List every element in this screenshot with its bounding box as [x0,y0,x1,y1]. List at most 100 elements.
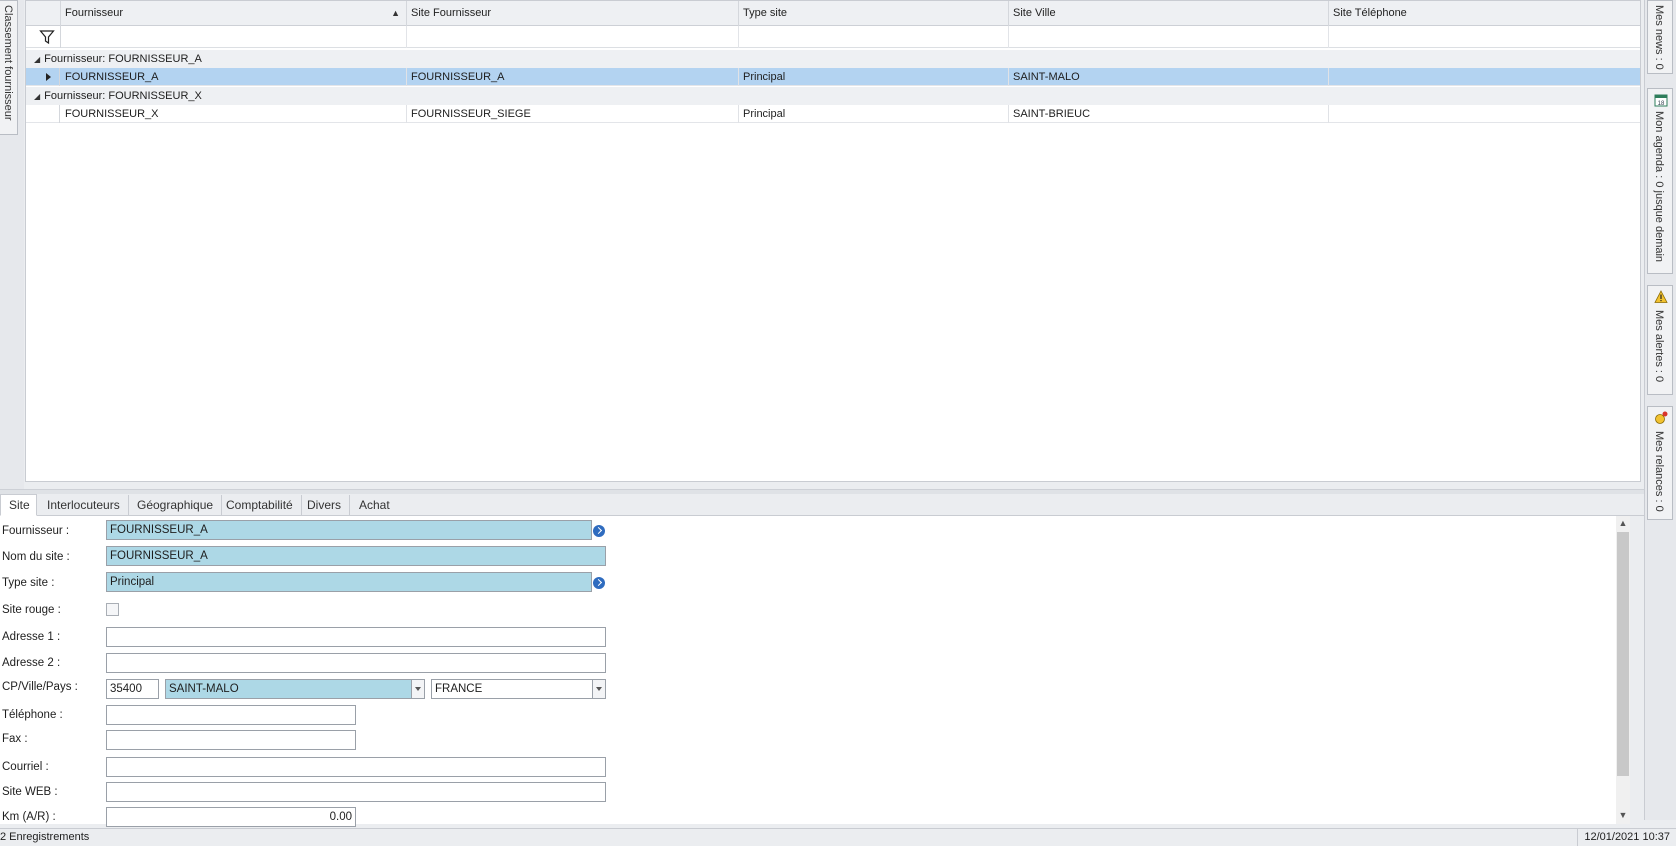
tab-divers[interactable]: Divers [299,495,351,516]
group-label: Fournisseur: FOURNISSEUR_A [44,53,202,65]
status-datetime: 12/01/2021 10:37 [1577,829,1670,846]
column-header-fournisseur[interactable]: Fournisseur ▲ [61,1,407,26]
filter-cell-site-ville[interactable] [1009,26,1329,48]
cell-site-ville[interactable]: SAINT-BRIEUC [1009,105,1329,123]
classement-fournisseur-tab[interactable]: Classement fournisseur [0,0,18,135]
site-web-field[interactable] [106,782,606,802]
tab-comptabilite[interactable]: Comptabilité [218,495,302,516]
type-site-lookup-icon[interactable] [593,577,605,589]
mon-agenda-tab[interactable]: 18 Mon agenda : 0 jusque demain [1647,88,1673,274]
tab-interlocuteurs[interactable]: Interlocuteurs [39,495,129,516]
site-rouge-checkbox[interactable] [106,603,119,616]
column-header-label: Fournisseur [65,7,124,19]
nom-du-site-field[interactable]: FOURNISSEUR_A [106,546,606,566]
mes-news-tab[interactable]: Mes news : 0 [1647,0,1673,74]
type-site-label: Type site : [2,577,55,589]
status-bar: 2 Enregistrements 12/01/2021 10:37 [0,828,1676,846]
tab-achat[interactable]: Achat [351,495,398,516]
group-row[interactable]: ◢ Fournisseur: FOURNISSEUR_A [26,50,1640,68]
filter-row [26,26,1640,48]
column-header-label: Site Fournisseur [411,7,492,19]
adresse2-field[interactable] [106,653,606,673]
cell-site-telephone[interactable] [1329,105,1642,123]
cp-ville-pays-label: CP/Ville/Pays : [2,681,78,693]
mes-alertes-label: Mes alertes : 0 [1653,310,1665,383]
column-header-site-telephone[interactable]: Site Téléphone [1329,1,1642,26]
cell-fournisseur[interactable]: FOURNISSEUR_X [61,105,407,123]
mes-relances-label: Mes relances : 0 [1653,431,1665,512]
column-header-site-fournisseur[interactable]: Site Fournisseur [407,1,739,26]
site-web-label: Site WEB : [2,786,58,798]
collapse-icon[interactable]: ◢ [34,88,40,106]
ville-select[interactable]: SAINT-MALO [165,679,425,699]
adresse1-field[interactable] [106,627,606,647]
pays-dropdown-icon[interactable] [592,680,605,698]
row-indicator [38,68,60,86]
tab-site[interactable]: Site [0,494,37,516]
courriel-label: Courriel : [2,761,49,773]
filter-cell-type-site[interactable] [739,26,1009,48]
classement-fournisseur-label: Classement fournisseur [2,5,14,121]
fournisseur-lookup-icon[interactable] [593,525,605,537]
courriel-field[interactable] [106,757,606,777]
column-header-label: Site Téléphone [1333,7,1407,19]
warning-icon [1654,290,1668,303]
cell-fournisseur[interactable]: FOURNISSEUR_A [61,68,407,86]
km-label: Km (A/R) : [2,811,56,823]
telephone-field[interactable] [106,705,356,725]
cell-site-fournisseur[interactable]: FOURNISSEUR_A [407,68,739,86]
filter-cell-fournisseur[interactable] [61,26,407,48]
cell-site-ville[interactable]: SAINT-MALO [1009,68,1329,86]
supplier-grid: Fournisseur ▲ Site Fournisseur Type site… [25,0,1641,482]
scroll-down-icon[interactable]: ▼ [1618,810,1628,820]
fax-label: Fax : [2,733,28,745]
mes-news-label: Mes news : 0 [1653,5,1665,70]
pays-select[interactable]: FRANCE [431,679,606,699]
fournisseur-label: Fournisseur : [2,525,70,537]
form-scrollbar[interactable]: ▲ ▼ [1616,516,1630,824]
code-postal-field[interactable]: 35400 [106,679,159,699]
telephone-label: Téléphone : [2,709,63,721]
scroll-up-icon[interactable]: ▲ [1618,518,1628,528]
fournisseur-field[interactable]: FOURNISSEUR_A [106,520,592,540]
group-label: Fournisseur: FOURNISSEUR_X [44,90,202,102]
group-row[interactable]: ◢ Fournisseur: FOURNISSEUR_X [26,87,1640,105]
reminder-icon [1655,411,1668,424]
cell-type-site[interactable]: Principal [739,68,1009,86]
km-field[interactable]: 0.00 [106,807,356,827]
row-indicator [38,105,60,123]
mes-relances-tab[interactable]: Mes relances : 0 [1647,406,1673,520]
ville-dropdown-icon[interactable] [411,680,424,698]
table-row[interactable]: FOURNISSEUR_X FOURNISSEUR_SIEGE Principa… [26,105,1640,123]
type-site-field[interactable]: Principal [106,572,592,592]
table-row[interactable]: FOURNISSEUR_A FOURNISSEUR_A Principal SA… [26,68,1640,86]
filter-cell-site-fournisseur[interactable] [407,26,739,48]
calendar-day: 18 [1658,101,1665,107]
scroll-thumb[interactable] [1617,532,1629,776]
right-side-panel: Mes news : 0 18 Mon agenda : 0 jusque de… [1644,0,1676,820]
row-indicator-header [26,1,61,26]
left-side-panel: Classement fournisseur [0,0,24,492]
collapse-icon[interactable]: ◢ [34,51,40,69]
cell-site-fournisseur[interactable]: FOURNISSEUR_SIEGE [407,105,739,123]
mes-alertes-tab[interactable]: Mes alertes : 0 [1647,285,1673,395]
site-form: Fournisseur : FOURNISSEUR_A Nom du site … [0,516,1630,827]
filter-button[interactable] [26,26,61,48]
cell-site-telephone[interactable] [1329,68,1642,86]
ville-value: SAINT-MALO [169,683,239,695]
column-header-type-site[interactable]: Type site [739,1,1009,26]
current-row-arrow-icon [46,73,51,81]
calendar-icon: 18 [1654,94,1668,107]
filter-icon [39,30,55,45]
grid-header: Fournisseur ▲ Site Fournisseur Type site… [26,1,1640,26]
detail-tabs: Site Interlocuteurs Géographique Comptab… [0,494,1644,516]
sort-ascending-icon: ▲ [391,8,400,18]
tab-geographique[interactable]: Géographique [129,495,223,516]
adresse1-label: Adresse 1 : [2,631,61,643]
cell-type-site[interactable]: Principal [739,105,1009,123]
nom-du-site-label: Nom du site : [2,551,70,563]
site-rouge-label: Site rouge : [2,604,61,616]
fax-field[interactable] [106,730,356,750]
filter-cell-site-telephone[interactable] [1329,26,1642,48]
column-header-site-ville[interactable]: Site Ville [1009,1,1329,26]
